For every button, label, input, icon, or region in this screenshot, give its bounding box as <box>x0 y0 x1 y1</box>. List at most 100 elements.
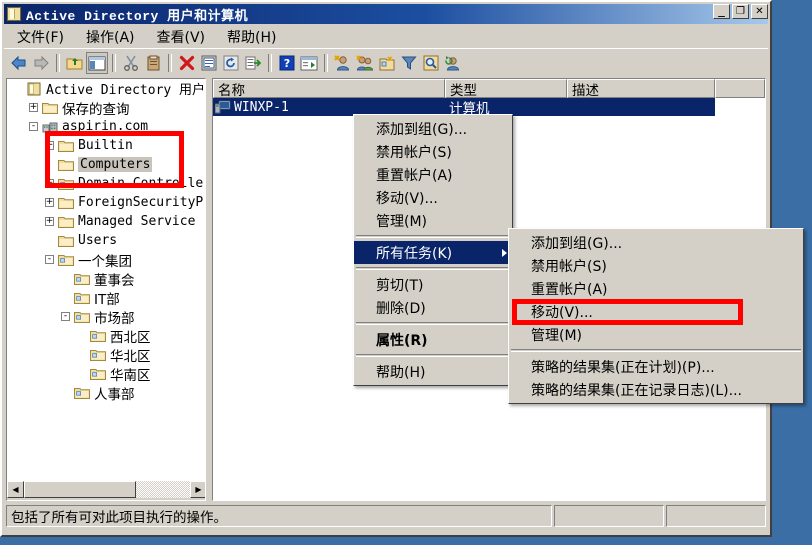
menu-item-7[interactable]: 策略的结果集(正在记录日志)(L)... <box>509 378 803 401</box>
collapse-icon[interactable]: - <box>45 255 54 264</box>
cut-icon[interactable] <box>120 52 142 74</box>
svg-text:?: ? <box>284 57 290 70</box>
tree-item-11[interactable]: IT部 <box>7 288 205 308</box>
tree-item-10[interactable]: 董事会 <box>7 269 205 289</box>
menu-item-8[interactable]: 剪切(T) <box>354 273 512 296</box>
console-tree[interactable]: Active Directory 用户: + 保存的查询 - aspirin.com + B… <box>7 79 205 481</box>
tree-item-2[interactable]: - aspirin.com <box>7 117 205 136</box>
expand-icon[interactable]: + <box>45 217 54 226</box>
delete-icon[interactable] <box>176 52 198 74</box>
menu-item-3[interactable]: 移动(V)... <box>354 186 512 209</box>
tree-item-1[interactable]: + 保存的查询 <box>7 98 205 118</box>
column-header-0[interactable]: 名称 <box>213 79 445 99</box>
tree-item-label: 董事会 <box>94 272 135 289</box>
ou-icon <box>90 368 106 380</box>
expand-icon[interactable]: + <box>45 141 54 150</box>
menu-file[interactable]: 文件(F) <box>8 25 73 49</box>
column-header-3[interactable] <box>715 79 765 98</box>
menu-item-label: 添加到组(G)... <box>376 121 468 138</box>
minimize-button[interactable]: _ <box>713 4 730 19</box>
tree-item-16[interactable]: 人事部 <box>7 383 205 403</box>
console-root-icon <box>27 82 41 95</box>
close-button[interactable]: ✕ <box>751 4 768 19</box>
scroll-thumb[interactable] <box>24 481 136 498</box>
menu-item-4[interactable]: 管理(M) <box>354 209 512 232</box>
menu-help[interactable]: 帮助(H) <box>218 25 285 49</box>
tree-item-3[interactable]: + Builtin <box>7 136 205 155</box>
help-icon[interactable]: ? <box>276 52 298 74</box>
scroll-track[interactable] <box>24 481 190 498</box>
menu-item-6[interactable]: 策略的结果集(正在计划)(P)... <box>509 355 803 378</box>
filter-icon[interactable] <box>398 52 420 74</box>
tree-item-9[interactable]: - 一个集团 <box>7 250 205 270</box>
menu-item-9[interactable]: 删除(D) <box>354 296 512 319</box>
menu-item-0[interactable]: 添加到组(G)... <box>509 231 803 254</box>
toolbar-separator <box>268 54 272 72</box>
menu-separator <box>356 235 510 238</box>
tree-horizontal-scrollbar[interactable]: ◀ ▶ <box>7 481 205 500</box>
menu-item-6[interactable]: 所有任务(K) <box>354 241 512 264</box>
new-group-icon[interactable] <box>354 52 376 74</box>
tree-item-label: 保存的查询 <box>62 101 130 118</box>
menu-item-1[interactable]: 禁用帐户(S) <box>509 254 803 277</box>
maximize-button[interactable]: ❐ <box>732 4 749 19</box>
refresh-icon[interactable] <box>220 52 242 74</box>
menu-action[interactable]: 操作(A) <box>77 25 144 49</box>
new-ou-icon[interactable] <box>376 52 398 74</box>
column-header-2[interactable]: 描述 <box>567 79 715 99</box>
toolbar-separator <box>324 54 328 72</box>
back-icon[interactable] <box>8 52 30 74</box>
export-list-icon[interactable] <box>242 52 264 74</box>
console-tree-pane[interactable]: Active Directory 用户: + 保存的查询 - aspirin.com + B… <box>6 78 206 501</box>
tree-item-13[interactable]: 西北区 <box>7 326 205 346</box>
menu-view[interactable]: 查看(V) <box>148 25 215 49</box>
menu-item-label: 删除(D) <box>376 300 426 317</box>
menu-item-label: 策略的结果集(正在计划)(P)... <box>531 359 715 376</box>
tree-item-14[interactable]: 华北区 <box>7 345 205 365</box>
menu-item-11[interactable]: 属性(R) <box>354 328 512 351</box>
tree-item-0[interactable]: Active Directory 用户: <box>7 79 205 98</box>
all-tasks-submenu[interactable]: 添加到组(G)... 禁用帐户(S) 重置帐户(A) 移动(V)... 管理(M) 策略的… <box>508 228 804 404</box>
computer-context-menu[interactable]: 添加到组(G)... 禁用帐户(S) 重置帐户(A) 移动(V)... 管理(M) 所有任… <box>353 114 513 386</box>
tree-item-15[interactable]: 华南区 <box>7 364 205 384</box>
ou-icon <box>90 330 106 342</box>
tree-item-6[interactable]: + ForeignSecurityP: <box>7 193 205 212</box>
tree-item-12[interactable]: - 市场部 <box>7 307 205 327</box>
add-member-icon[interactable] <box>442 52 464 74</box>
paste-icon[interactable] <box>142 52 164 74</box>
folder-icon <box>58 159 74 171</box>
column-header-1[interactable]: 类型 <box>445 79 567 99</box>
expand-icon[interactable]: + <box>29 103 38 112</box>
properties-icon[interactable] <box>198 52 220 74</box>
menu-item-label: 管理(M) <box>376 213 428 230</box>
forward-icon[interactable] <box>30 52 52 74</box>
show-hide-tree-icon[interactable] <box>86 52 108 74</box>
menu-item-4[interactable]: 管理(M) <box>509 323 803 346</box>
tree-item-5[interactable]: + Domain Controller <box>7 174 205 193</box>
collapse-icon[interactable]: - <box>61 312 70 321</box>
find-icon[interactable] <box>420 52 442 74</box>
menu-item-2[interactable]: 重置帐户(A) <box>354 163 512 186</box>
menu-item-1[interactable]: 禁用帐户(S) <box>354 140 512 163</box>
tree-item-8[interactable]: Users <box>7 231 205 250</box>
menu-item-3[interactable]: 移动(V)... <box>509 300 803 323</box>
menu-item-0[interactable]: 添加到组(G)... <box>354 117 512 140</box>
up-folder-icon[interactable] <box>64 52 86 74</box>
window-controls: _ ❐ ✕ <box>713 4 768 19</box>
scroll-left-button[interactable]: ◀ <box>7 481 24 498</box>
scroll-right-button[interactable]: ▶ <box>190 481 205 498</box>
collapse-icon[interactable]: - <box>29 122 38 131</box>
show-console-icon[interactable] <box>298 52 320 74</box>
new-user-icon[interactable] <box>332 52 354 74</box>
expand-icon[interactable]: + <box>45 198 54 207</box>
tree-item-4[interactable]: Computers <box>7 155 205 174</box>
expand-icon[interactable]: + <box>45 179 54 188</box>
menu-item-2[interactable]: 重置帐户(A) <box>509 277 803 300</box>
menu-item-13[interactable]: 帮助(H) <box>354 360 512 383</box>
tree-item-7[interactable]: + Managed Service . <box>7 212 205 231</box>
